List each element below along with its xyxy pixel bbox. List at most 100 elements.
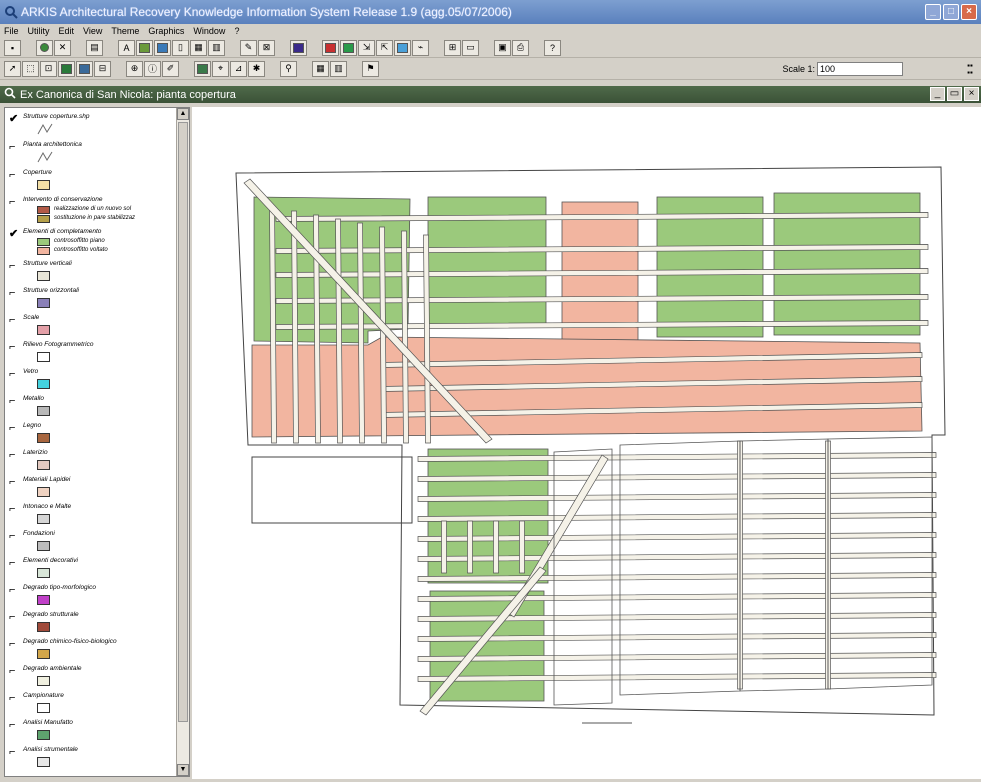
legend-item[interactable]: ⌐ Pianta architettonica [7, 140, 177, 170]
minimize-button[interactable]: _ [925, 4, 941, 20]
unchecked-box-icon[interactable]: ⌐ [9, 504, 19, 515]
menu-utility[interactable]: Utility [28, 26, 50, 36]
delete-icon[interactable]: ✕ [54, 39, 71, 56]
legend-item[interactable]: ⌐ Campionature [7, 691, 177, 721]
zoom-selected-icon[interactable]: ⊟ [94, 60, 111, 77]
scroll-down-icon[interactable]: ▼ [177, 764, 189, 776]
query-icon[interactable]: ⚲ [280, 60, 297, 77]
scroll-up-icon[interactable]: ▲ [177, 108, 189, 120]
unchecked-box-icon[interactable]: ⌐ [9, 142, 19, 153]
unchecked-box-icon[interactable]: ⌐ [9, 720, 19, 731]
legend-item[interactable]: ⌐ Degrado tipo-morfologico [7, 583, 177, 613]
close-button[interactable]: × [961, 4, 977, 20]
legend-item[interactable]: ⌐ Strutture verticali [7, 259, 177, 289]
map-close-button[interactable]: × [964, 87, 979, 101]
zoom-extent-icon[interactable]: ⊡ [40, 60, 57, 77]
legend-item[interactable]: ⌐ Intervento di conservazione realizzazion… [7, 195, 177, 225]
scroll-thumb[interactable] [178, 122, 188, 722]
unchecked-box-icon[interactable]: ⌐ [9, 666, 19, 677]
select-icon[interactable]: ⬚ [22, 60, 39, 77]
unchecked-box-icon[interactable]: ⌐ [9, 531, 19, 542]
menu-edit[interactable]: Edit [59, 26, 75, 36]
legend-item[interactable]: ⌐ Fondazioni [7, 529, 177, 559]
globe-icon[interactable] [36, 39, 53, 56]
unchecked-box-icon[interactable]: ⌐ [9, 170, 19, 181]
chart-tool-icon[interactable]: ▥ [330, 60, 347, 77]
label-icon[interactable]: ⊿ [230, 60, 247, 77]
export-icon[interactable]: ⇲ [358, 39, 375, 56]
hotlink-icon[interactable]: ⌖ [212, 60, 229, 77]
legend-item[interactable]: ⌐ Elementi decorativi [7, 556, 177, 586]
legend-item[interactable]: ⌐ Materiali Lapidei [7, 475, 177, 505]
menu-file[interactable]: File [4, 26, 19, 36]
legend-item[interactable]: ⌐ Strutture orizzontali [7, 286, 177, 316]
unchecked-box-icon[interactable]: ⌐ [9, 423, 19, 434]
legend-item[interactable]: ⌐ Vetro [7, 367, 177, 397]
legend-item[interactable]: ⌐ Intonaco e Malte [7, 502, 177, 532]
chart-icon[interactable]: ⌁ [412, 39, 429, 56]
report-icon[interactable]: ▥ [208, 39, 225, 56]
script-icon[interactable]: ⚑ [362, 60, 379, 77]
map-icon[interactable] [394, 39, 411, 56]
menu-view[interactable]: View [83, 26, 102, 36]
legend-item[interactable]: ⌐ Laterizio [7, 448, 177, 478]
legend-item[interactable]: ⌐ Degrado ambientale [7, 664, 177, 694]
menu-help[interactable]: ? [234, 26, 239, 36]
identify-icon[interactable]: ⓘ [144, 60, 161, 77]
text-tool-icon[interactable]: A [118, 39, 135, 56]
shape-icon[interactable] [290, 39, 307, 56]
green-layer-icon[interactable] [340, 39, 357, 56]
zoom-layer-icon[interactable] [76, 60, 93, 77]
layer-icon[interactable] [154, 39, 171, 56]
remove-icon[interactable]: ⊠ [258, 39, 275, 56]
unchecked-box-icon[interactable]: ⌐ [9, 342, 19, 353]
draw-icon[interactable]: ✐ [162, 60, 179, 77]
edit-icon[interactable]: ✎ [240, 39, 257, 56]
checkmark-icon[interactable]: ✔ [9, 229, 19, 240]
unchecked-box-icon[interactable]: ⌐ [9, 747, 19, 758]
legend-item[interactable]: ✔ Strutture coperture.shp [7, 112, 177, 142]
map-minimize-button[interactable]: _ [930, 87, 945, 101]
measure-icon[interactable]: ⊕ [126, 60, 143, 77]
checkmark-icon[interactable]: ✔ [9, 114, 19, 125]
page-icon[interactable]: ▯ [172, 39, 189, 56]
image-icon[interactable] [136, 39, 153, 56]
unchecked-box-icon[interactable]: ⌐ [9, 197, 19, 208]
unchecked-box-icon[interactable]: ⌐ [9, 612, 19, 623]
map-canvas[interactable] [192, 107, 981, 779]
save-icon[interactable]: ▪ [4, 39, 21, 56]
scale-input[interactable] [817, 62, 903, 76]
unchecked-box-icon[interactable]: ⌐ [9, 450, 19, 461]
grid-icon[interactable]: ⊞ [444, 39, 461, 56]
pan-icon[interactable] [58, 60, 75, 77]
legend-item[interactable]: ✔ Elementi di completamento controsoffitto… [7, 227, 177, 257]
legend-item[interactable]: ⌐ Rilievo Fotogrammetrico [7, 340, 177, 370]
table-icon[interactable]: ▦ [190, 39, 207, 56]
legend-item[interactable]: ⌐ Metallo [7, 394, 177, 424]
legend-item[interactable]: ⌐ Coperture [7, 168, 177, 198]
unchecked-box-icon[interactable]: ⌐ [9, 558, 19, 569]
menu-window[interactable]: Window [193, 26, 225, 36]
legend-item[interactable]: ⌐ Scale [7, 313, 177, 343]
help-pointer-icon[interactable]: ? [544, 39, 561, 56]
properties-icon[interactable]: ▤ [86, 39, 103, 56]
unchecked-box-icon[interactable]: ⌐ [9, 315, 19, 326]
import-icon[interactable]: ⇱ [376, 39, 393, 56]
layout-icon[interactable]: ▣ [494, 39, 511, 56]
attribute-table-icon[interactable]: ▦ [312, 60, 329, 77]
unchecked-box-icon[interactable]: ⌐ [9, 693, 19, 704]
legend-item[interactable]: ⌐ Analisi Manufatto [7, 718, 177, 748]
legend-item[interactable]: ⌐ Degrado strutturale [7, 610, 177, 640]
red-layer-icon[interactable] [322, 39, 339, 56]
print-icon[interactable]: ⎙ [512, 39, 529, 56]
frame-icon[interactable]: ▭ [462, 39, 479, 56]
unchecked-box-icon[interactable]: ⌐ [9, 261, 19, 272]
locate-icon[interactable] [194, 60, 211, 77]
menu-graphics[interactable]: Graphics [148, 26, 184, 36]
unchecked-box-icon[interactable]: ⌐ [9, 639, 19, 650]
legend-scrollbar[interactable]: ▲ ▼ [176, 108, 189, 776]
unchecked-box-icon[interactable]: ⌐ [9, 585, 19, 596]
unchecked-box-icon[interactable]: ⌐ [9, 396, 19, 407]
unchecked-box-icon[interactable]: ⌐ [9, 369, 19, 380]
unchecked-box-icon[interactable]: ⌐ [9, 477, 19, 488]
